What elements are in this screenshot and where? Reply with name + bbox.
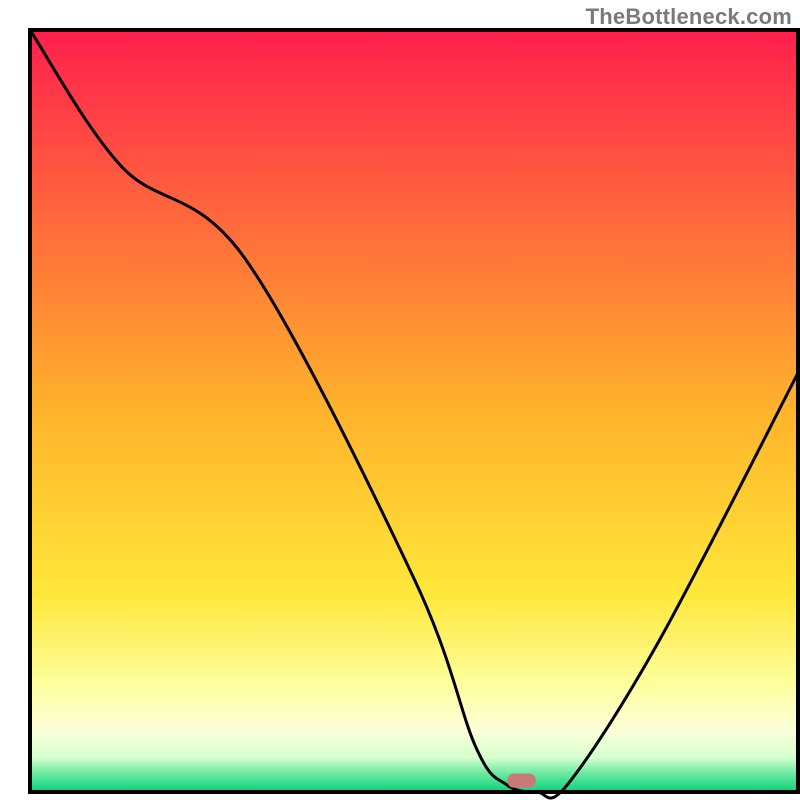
plot-background: [30, 30, 798, 792]
watermark-text: TheBottleneck.com: [586, 4, 792, 30]
chart-container: TheBottleneck.com: [0, 0, 800, 800]
optimal-point-marker: [508, 774, 536, 788]
bottleneck-chart: [0, 0, 800, 800]
